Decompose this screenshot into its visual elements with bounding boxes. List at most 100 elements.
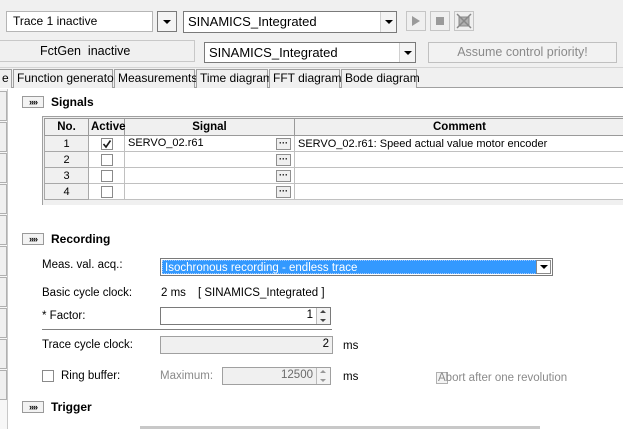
trace-device-dropdown[interactable]: SINAMICS_Integrated: [183, 11, 397, 33]
side-button[interactable]: [0, 308, 7, 338]
active-cell: [88, 135, 125, 152]
meas-val-acq-label: Meas. val. acq.:: [42, 259, 123, 271]
left-side-panel: [0, 89, 8, 429]
check-icon: [102, 139, 111, 148]
trace-device-value: SINAMICS_Integrated: [188, 14, 317, 29]
browse-signal-button[interactable]: ···: [276, 170, 291, 182]
trigger-title: Trigger: [51, 400, 92, 414]
browse-signal-button[interactable]: ···: [276, 138, 291, 150]
factor-spinbox[interactable]: 1: [160, 307, 331, 325]
active-cell: [88, 183, 125, 200]
table-row[interactable]: 4 ···: [44, 183, 623, 200]
signals-table: No. Active Signal Comment 1 SERVO_02.r61…: [44, 118, 623, 200]
maximum-spinbox: 12500: [222, 367, 331, 385]
trace-cycle-value: 2: [322, 338, 329, 350]
signal-cell[interactable]: SERVO_02.r61 ···: [124, 135, 295, 152]
active-checkbox[interactable]: [100, 169, 113, 182]
spinner-arrows-icon: [316, 368, 330, 384]
row-number: 3: [44, 167, 89, 184]
fctgen-status-box: FctGen inactive: [0, 40, 195, 62]
side-button[interactable]: [0, 370, 7, 400]
basic-cycle-label: Basic cycle clock:: [42, 287, 133, 299]
signal-cell[interactable]: ···: [124, 151, 295, 168]
chevron-down-icon: [163, 19, 171, 24]
active-checkbox[interactable]: [100, 185, 113, 198]
col-header-signal: Signal: [124, 118, 295, 136]
maximum-label: Maximum:: [160, 370, 214, 382]
comment-cell: [294, 151, 623, 168]
active-cell: [88, 167, 125, 184]
col-header-active: Active: [88, 118, 126, 136]
factor-label: * Factor:: [42, 310, 86, 322]
trace-cycle-field: 2: [160, 336, 333, 354]
basic-cycle-value: 2 ms: [161, 287, 186, 299]
signal-cell[interactable]: ···: [124, 183, 295, 200]
ring-buffer-label: Ring buffer:: [61, 370, 121, 382]
abort-after-revolution-label: Abort after one revolution: [438, 372, 568, 384]
row-number: 4: [44, 183, 89, 200]
col-header-comment: Comment: [294, 118, 623, 136]
tab-partial[interactable]: e: [0, 69, 12, 88]
active-checkbox[interactable]: [100, 137, 113, 150]
trace-cycle-unit: ms: [343, 340, 359, 352]
signals-expand-button[interactable]: »»: [22, 96, 44, 108]
col-header-no: No.: [44, 118, 89, 136]
signals-table-frame: No. Active Signal Comment 1 SERVO_02.r61…: [42, 116, 623, 205]
table-row[interactable]: 2 ···: [44, 151, 623, 168]
signals-title: Signals: [51, 95, 94, 109]
comment-cell: [294, 167, 623, 184]
separator: [42, 329, 332, 330]
side-button[interactable]: [0, 91, 7, 121]
signals-header-row: No. Active Signal Comment: [44, 118, 623, 136]
active-cell: [88, 151, 125, 168]
spinner-arrows-icon[interactable]: [316, 308, 330, 324]
stop-icon: [436, 17, 444, 25]
maximum-unit: ms: [343, 371, 359, 383]
table-row[interactable]: 1 SERVO_02.r61 ··· SERVO_02.r61: Speed a…: [44, 135, 623, 152]
row-number: 2: [44, 151, 89, 168]
recording-expand-button[interactable]: »»: [22, 233, 44, 245]
play-button[interactable]: [406, 11, 426, 31]
signal-value: SERVO_02.r61: [128, 137, 204, 149]
chevron-down-icon: [384, 20, 393, 24]
play-icon: [412, 16, 420, 26]
side-button[interactable]: [0, 153, 7, 183]
basic-cycle-device: [ SINAMICS_Integrated ]: [198, 287, 325, 299]
signal-cell[interactable]: ···: [124, 167, 295, 184]
comment-cell: SERVO_02.r61: Speed actual value motor e…: [294, 135, 623, 152]
fctgen-status: FctGen inactive: [40, 44, 131, 58]
tab-function-generator[interactable]: Function generator: [13, 69, 118, 88]
side-button[interactable]: [0, 339, 7, 369]
side-button[interactable]: [0, 122, 7, 152]
ring-buffer-checkbox[interactable]: [42, 370, 54, 383]
side-button[interactable]: [0, 215, 7, 245]
side-button[interactable]: [0, 246, 7, 276]
chevron-down-icon: [539, 265, 548, 269]
fctgen-device-value: SINAMICS_Integrated: [209, 45, 338, 60]
stop-button[interactable]: [430, 11, 450, 31]
chevron-down-icon: [403, 50, 412, 55]
assume-control-priority-button[interactable]: Assume control priority!: [428, 42, 617, 63]
active-checkbox[interactable]: [100, 153, 113, 166]
tab-measurements[interactable]: Measurements: [114, 69, 197, 88]
browse-signal-button[interactable]: ···: [276, 154, 291, 166]
tab-bode-diagram[interactable]: Bode diagram: [341, 69, 420, 88]
meas-val-acq-dropdown[interactable]: Isochronous recording - endless trace: [160, 258, 553, 276]
meas-val-acq-value: Isochronous recording - endless trace: [162, 260, 551, 274]
side-button[interactable]: [0, 184, 7, 214]
trigger-expand-button[interactable]: »»: [22, 401, 44, 413]
tab-time-diagram[interactable]: Time diagram: [196, 69, 273, 88]
comment-cell: [294, 183, 623, 200]
trace-status: Trace 1 inactive: [6, 11, 153, 32]
browse-signal-button[interactable]: ···: [276, 186, 291, 198]
disconnect-icon: [456, 13, 472, 29]
side-button[interactable]: [0, 277, 7, 307]
maximum-value: 12500: [281, 369, 313, 381]
recording-title: Recording: [51, 232, 111, 246]
trace-cycle-label: Trace cycle clock:: [42, 339, 133, 351]
tab-fft-diagram[interactable]: FFT diagram: [269, 69, 341, 88]
table-row[interactable]: 3 ···: [44, 167, 623, 184]
trace-selector-dropdown[interactable]: [157, 11, 177, 32]
fctgen-device-dropdown[interactable]: SINAMICS_Integrated: [204, 42, 416, 63]
disconnect-button[interactable]: [454, 11, 474, 31]
